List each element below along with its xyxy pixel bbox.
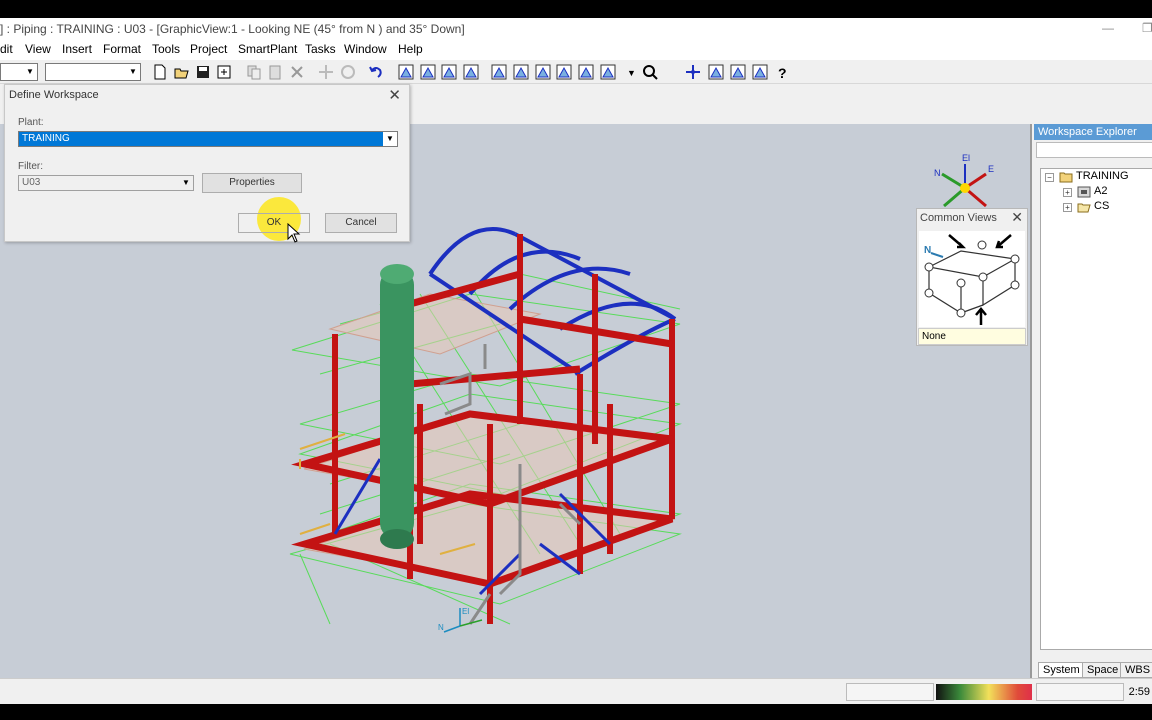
tree-node-a2[interactable]: A2 — [1094, 185, 1107, 197]
window-title: ] : Piping : TRAINING : U03 - [GraphicVi… — [0, 22, 465, 36]
common-views-panel: Common Views ✕ N None — [916, 208, 1028, 346]
help-icon[interactable]: ? — [772, 62, 792, 82]
chevron-down-icon[interactable]: ▼ — [23, 64, 37, 80]
status-panel — [846, 683, 934, 701]
top-black-bar — [0, 0, 1152, 18]
mouse-cursor-icon — [287, 223, 301, 243]
bottom-black-bar — [0, 704, 1152, 720]
restore-icon[interactable]: ❐ — [1142, 21, 1152, 35]
menu-window[interactable]: Window — [344, 42, 387, 56]
expand-icon[interactable]: + — [1063, 203, 1072, 212]
layer-combo[interactable]: ▼ — [45, 63, 141, 81]
view-zoom-area-icon[interactable] — [598, 62, 618, 82]
collapse-icon[interactable]: − — [1045, 173, 1054, 182]
paste-icon[interactable] — [265, 62, 285, 82]
zoom-extents-icon[interactable] — [750, 62, 770, 82]
edit-icon[interactable] — [418, 62, 438, 82]
menu-edit[interactable]: dit — [0, 42, 13, 56]
undo-icon[interactable] — [366, 62, 386, 82]
svg-text:?: ? — [778, 65, 787, 81]
filter-select[interactable]: U03 ▼ — [18, 175, 194, 191]
chevron-down-icon[interactable]: ▼ — [126, 64, 140, 80]
compass-triad[interactable]: El N E — [930, 150, 1000, 212]
move-icon[interactable] — [316, 62, 336, 82]
view-pan-icon[interactable] — [576, 62, 596, 82]
menu-format[interactable]: Format — [103, 42, 141, 56]
copy-icon[interactable] — [244, 62, 264, 82]
svg-text:▼: ▼ — [627, 68, 636, 78]
zoom-window-icon[interactable] — [706, 62, 726, 82]
workspace-explorer-title: Workspace Explorer — [1034, 124, 1152, 140]
tree-node-training[interactable]: TRAINING — [1076, 170, 1129, 182]
rotate-icon[interactable] — [338, 62, 358, 82]
menu-view[interactable]: View — [25, 42, 51, 56]
workspace-explorer: Workspace Explorer − TRAINING + A2 + CS … — [1030, 124, 1152, 678]
view-front-icon[interactable] — [489, 62, 509, 82]
workspace-tree[interactable]: − TRAINING + A2 + CS — [1040, 168, 1152, 650]
tab-system[interactable]: System — [1038, 662, 1085, 678]
zoom-icon[interactable] — [640, 62, 660, 82]
tab-wbs[interactable]: WBS — [1120, 662, 1152, 678]
open-icon[interactable] — [172, 62, 192, 82]
compass-north-label: N — [934, 168, 941, 178]
close-icon[interactable]: ✕ — [1011, 209, 1023, 226]
filter-label: Filter: — [18, 161, 43, 172]
workspace-combo[interactable]: ▼ — [0, 63, 38, 81]
compass-up-label: El — [962, 153, 970, 163]
define-workspace-dialog: Define Workspace ✕ Plant: TRAINING ▼ Fil… — [4, 84, 410, 243]
view-cube-icon[interactable]: N — [919, 231, 1025, 327]
fit-icon[interactable] — [728, 62, 748, 82]
chevron-down-icon[interactable]: ▼ — [179, 176, 193, 190]
system-icon — [1077, 186, 1091, 198]
vessel[interactable] — [380, 264, 414, 549]
triad-north-label: N — [438, 623, 444, 632]
clock-time: 2:59 — [1128, 686, 1150, 698]
plant-value: TRAINING — [22, 133, 70, 144]
common-views-north-label: N — [924, 245, 931, 256]
minimize-icon[interactable]: — — [1102, 21, 1114, 35]
workspace-explorer-search[interactable] — [1036, 142, 1152, 158]
compass-east-label: E — [988, 164, 994, 174]
common-views-cube[interactable]: N — [919, 231, 1025, 327]
root-folder-icon — [1059, 172, 1073, 183]
title-bar: ] : Piping : TRAINING : U03 - [GraphicVi… — [0, 18, 1152, 40]
plant-select[interactable]: TRAINING ▼ — [18, 131, 398, 147]
close-icon[interactable]: ✕ — [388, 86, 401, 104]
menu-help[interactable]: Help — [398, 42, 423, 56]
menu-tasks[interactable]: Tasks — [305, 42, 336, 56]
delete-icon[interactable] — [287, 62, 307, 82]
menu-insert[interactable]: Insert — [62, 42, 92, 56]
render-gradient-bar — [936, 684, 1032, 700]
menu-project[interactable]: Project — [190, 42, 227, 56]
menu-smartplant[interactable]: SmartPlant — [238, 42, 297, 56]
triad-up-label: El — [462, 607, 469, 616]
common-views-title: Common Views — [920, 212, 997, 224]
plant-label: Plant: — [18, 117, 44, 128]
chevron-down-icon[interactable]: ▼ — [383, 132, 397, 146]
view-dropdown-icon[interactable]: ▼ — [620, 62, 640, 82]
view-triad: El N — [438, 607, 483, 633]
status-panel — [1036, 683, 1124, 701]
dialog-title: Define Workspace — [9, 89, 99, 101]
properties-icon[interactable] — [214, 62, 234, 82]
pan-icon[interactable] — [683, 62, 703, 82]
view-iso-icon[interactable] — [554, 62, 574, 82]
tab-space[interactable]: Space — [1082, 662, 1124, 678]
expand-icon[interactable]: + — [1063, 188, 1072, 197]
view-top-icon[interactable] — [533, 62, 553, 82]
folder-icon — [1077, 203, 1091, 213]
measure-icon[interactable] — [461, 62, 481, 82]
menu-tools[interactable]: Tools — [152, 42, 180, 56]
properties-button[interactable]: Properties — [202, 173, 302, 193]
view-back-icon[interactable] — [511, 62, 531, 82]
common-views-selection: None — [918, 328, 1026, 345]
save-icon[interactable] — [193, 62, 213, 82]
new-icon[interactable] — [150, 62, 170, 82]
menu-bar: dit View Insert Format Tools Project Sma… — [0, 40, 1152, 60]
filter-value: U03 — [22, 177, 41, 188]
cancel-button[interactable]: Cancel — [325, 213, 397, 233]
modify-icon[interactable] — [439, 62, 459, 82]
select-icon[interactable] — [396, 62, 416, 82]
tree-node-cs[interactable]: CS — [1094, 200, 1109, 212]
